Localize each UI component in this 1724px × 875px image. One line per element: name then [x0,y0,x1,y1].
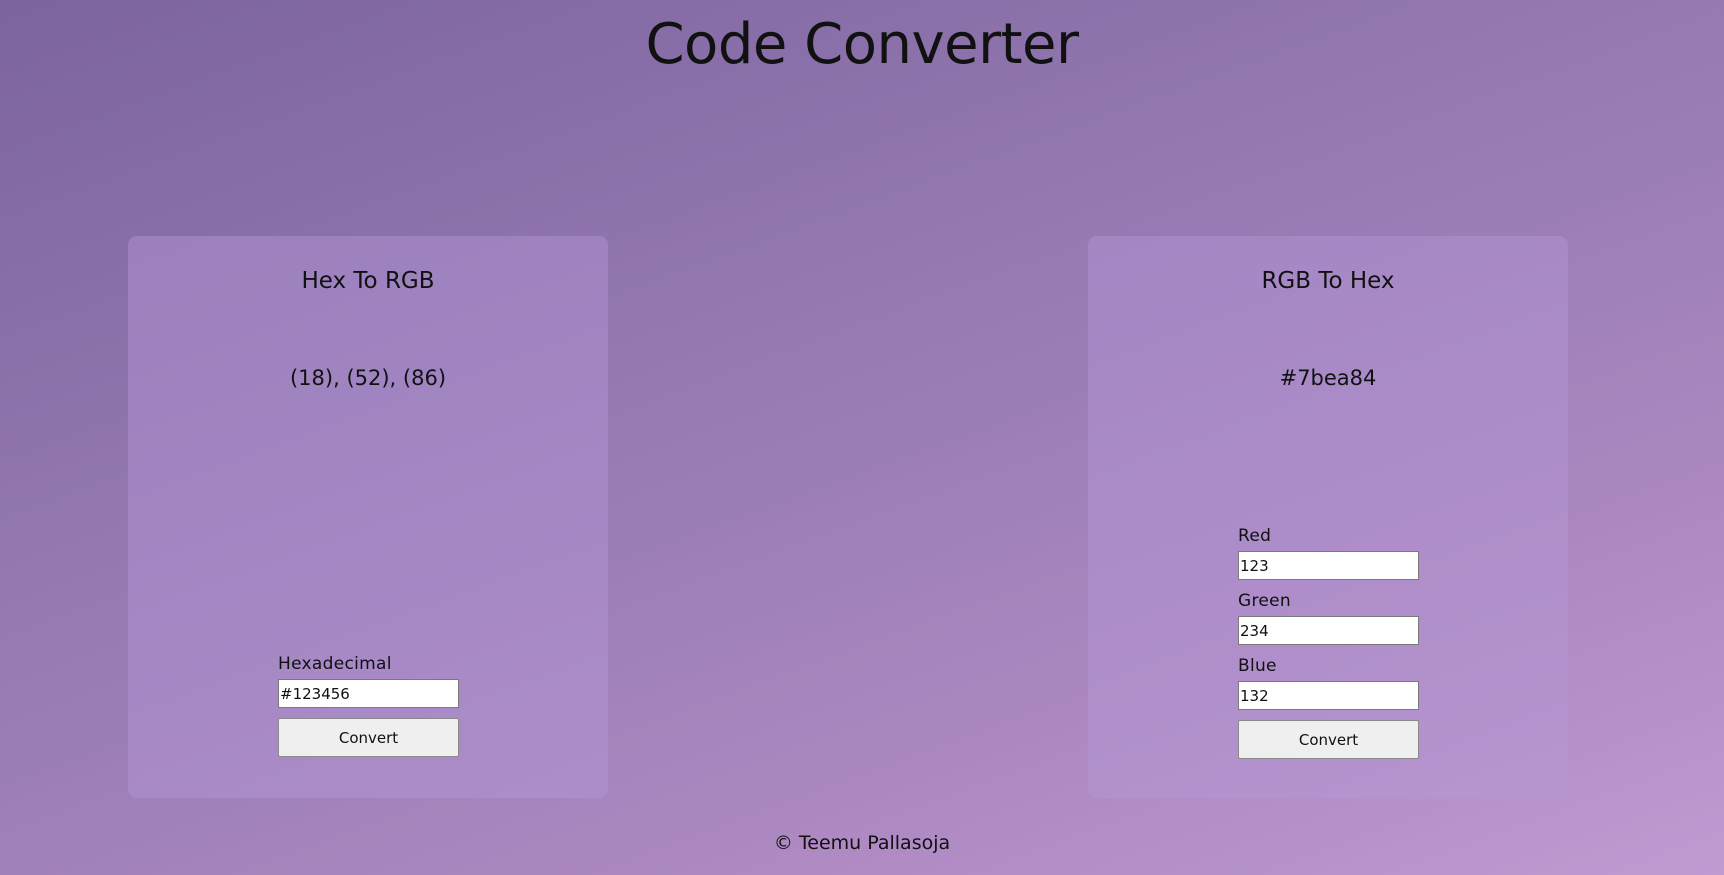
green-input[interactable] [1238,616,1419,645]
hex-result: #7bea84 [1279,366,1377,390]
hex-to-rgb-card: Hex To RGB (18), (52), (86) Hexadecimal … [128,236,608,798]
rgb-convert-button[interactable]: Convert [1238,720,1419,759]
rgb-to-hex-title: RGB To Hex [1261,268,1395,294]
footer-copyright: © Teemu Pallasoja [773,832,951,854]
rgb-to-hex-card: RGB To Hex #7bea84 Red Green Blue Conver… [1088,236,1568,798]
hex-form: Hexadecimal Convert [278,653,459,757]
hex-input[interactable] [278,679,459,708]
hex-to-rgb-title: Hex To RGB [301,268,435,294]
hex-convert-button[interactable]: Convert [278,718,459,757]
green-label: Green [1238,591,1291,611]
blue-input[interactable] [1238,681,1419,710]
rgb-form: Red Green Blue Convert [1238,525,1419,759]
red-label: Red [1238,526,1272,546]
rgb-result: (18), (52), (86) [289,366,447,390]
page-title: Code Converter [645,12,1079,77]
hex-label: Hexadecimal [278,654,392,674]
red-input[interactable] [1238,551,1419,580]
blue-label: Blue [1238,656,1277,676]
